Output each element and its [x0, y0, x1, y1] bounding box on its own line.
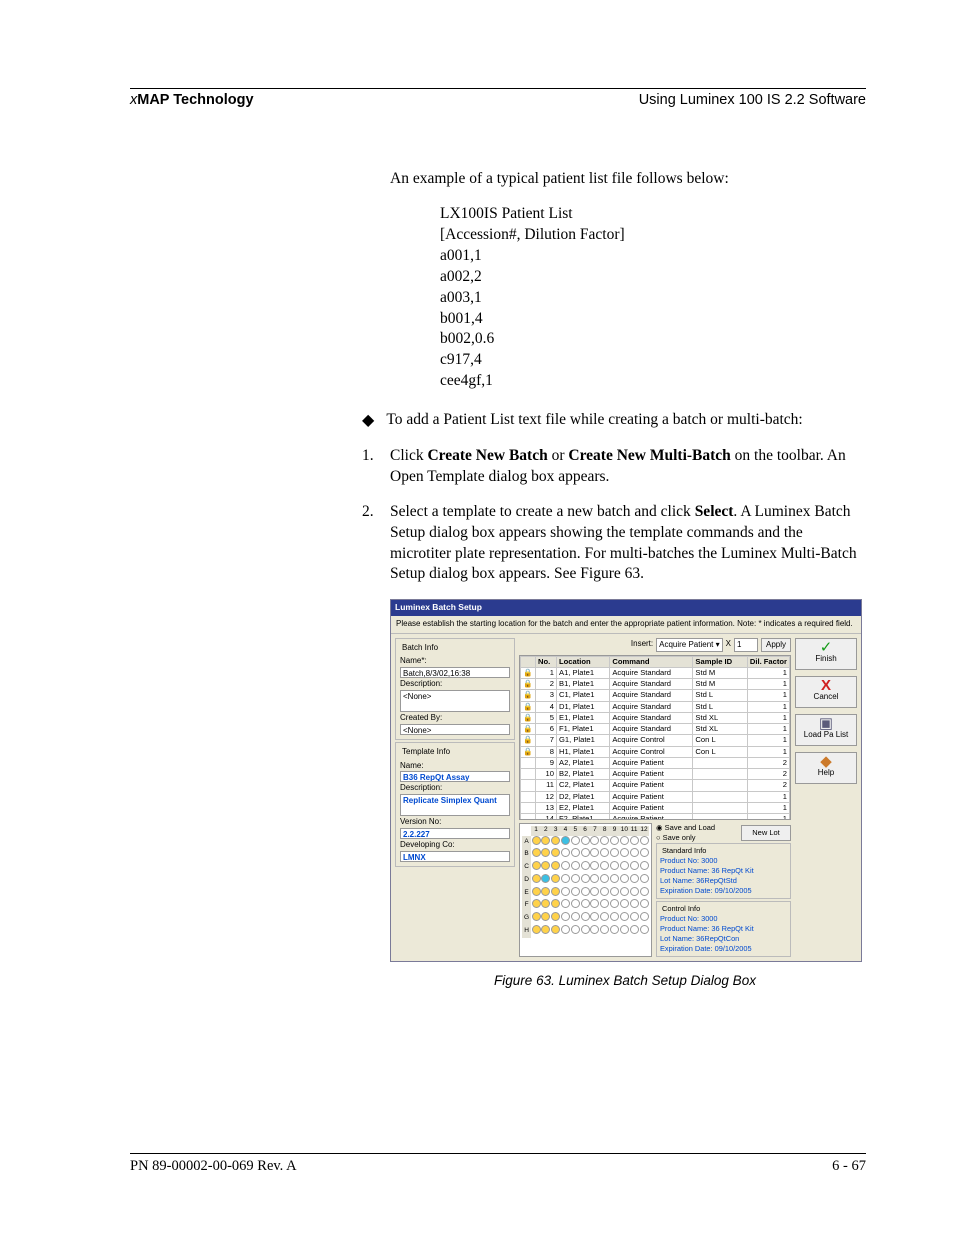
batch-desc-input[interactable]: <None>	[400, 690, 510, 712]
apply-button[interactable]: Apply	[761, 638, 791, 652]
batch-setup-dialog: Luminex Batch Setup Please establish the…	[390, 599, 862, 961]
step-number: 2.	[362, 502, 390, 586]
load-pa-list-button[interactable]: ▣Load Pa List	[795, 714, 857, 746]
command-grid[interactable]: No.LocationCommandSample IDDil. Factor🔒1…	[519, 655, 791, 820]
bullet-text: To add a Patient List text file while cr…	[386, 410, 802, 432]
footer-left: PN 89-00002-00-069 Rev. A	[130, 1158, 297, 1175]
dialog-title: Luminex Batch Setup	[391, 600, 861, 615]
step-number: 1.	[362, 446, 390, 488]
page-footer: PN 89-00002-00-069 Rev. A 6 - 67	[130, 1153, 866, 1175]
footer-right: 6 - 67	[832, 1158, 866, 1175]
cancel-button[interactable]: XCancel	[795, 676, 857, 708]
step-2: 2. Select a template to create a new bat…	[362, 502, 860, 586]
step-text: Select a template to create a new batch …	[390, 502, 860, 586]
standard-info: Standard Info Product No: 3000Product Na…	[656, 843, 791, 899]
template-info-group: Template Info Name: B36 RepQt Assay Desc…	[395, 742, 515, 867]
new-lot-button[interactable]: New Lot	[741, 825, 791, 841]
template-dev: LMNX	[400, 851, 510, 862]
template-desc: Replicate Simplex Quant	[400, 794, 510, 816]
insert-count-input[interactable]: 1	[734, 638, 758, 652]
template-name: B36 RepQt Assay	[400, 771, 510, 782]
insert-select[interactable]: Acquire Patient ▾	[656, 638, 723, 652]
patient-list-file: LX100IS Patient List[Accession#, Dilutio…	[440, 204, 866, 392]
intro-text: An example of a typical patient list fil…	[390, 169, 860, 190]
plate-map[interactable]: 123456789101112ABCDEFGH	[519, 823, 652, 957]
dialog-instruction: Please establish the starting location f…	[391, 616, 861, 634]
step-1: 1. Click Create New Batch or Create New …	[362, 446, 860, 488]
diamond-icon: ◆	[362, 410, 374, 432]
step-text: Click Create New Batch or Create New Mul…	[390, 446, 860, 488]
bullet-item: ◆ To add a Patient List text file while …	[362, 410, 860, 432]
figure-caption: Figure 63. Luminex Batch Setup Dialog Bo…	[390, 972, 860, 990]
template-version: 2.2.227	[400, 828, 510, 839]
finish-button[interactable]: ✓Finish	[795, 638, 857, 670]
insert-bar: Insert: Acquire Patient ▾ X 1 Apply	[519, 638, 791, 652]
page-header: xMAP Technology Using Luminex 100 IS 2.2…	[130, 92, 866, 109]
help-button[interactable]: ◆Help	[795, 752, 857, 784]
batch-info-group: Batch Info Name*: Batch,8/3/02,16:38 Des…	[395, 638, 515, 740]
batch-name-input[interactable]: Batch,8/3/02,16:38	[400, 667, 510, 678]
created-by-input[interactable]: <None>	[400, 724, 510, 735]
header-left: xMAP Technology	[130, 92, 254, 109]
control-info: Control Info Product No: 3000Product Nam…	[656, 901, 791, 957]
header-bold: MAP Technology	[137, 92, 253, 108]
header-right: Using Luminex 100 IS 2.2 Software	[639, 92, 866, 109]
